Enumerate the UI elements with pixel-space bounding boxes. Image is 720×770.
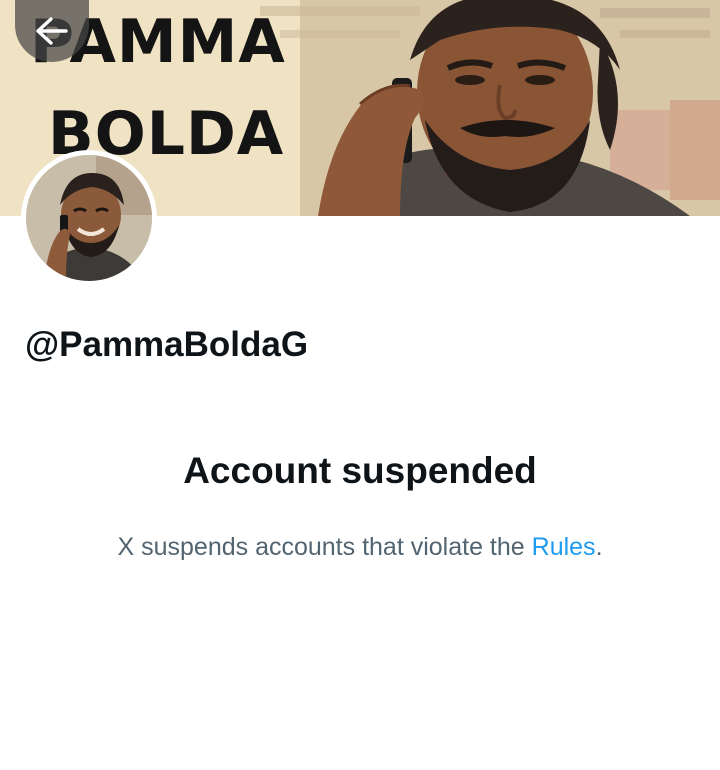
arrow-left-icon [36,17,68,45]
avatar-image [26,155,152,281]
profile-handle: @PammaBoldaG [25,325,309,364]
suspension-message-period: . [595,533,603,561]
suspension-title: Account suspended [183,450,537,491]
suspension-message: X suspends accounts that violate the Rul… [0,533,720,562]
avatar[interactable] [21,150,157,286]
rules-link[interactable]: Rules [532,533,596,561]
suspension-message-text: X suspends accounts that violate the [117,533,532,561]
